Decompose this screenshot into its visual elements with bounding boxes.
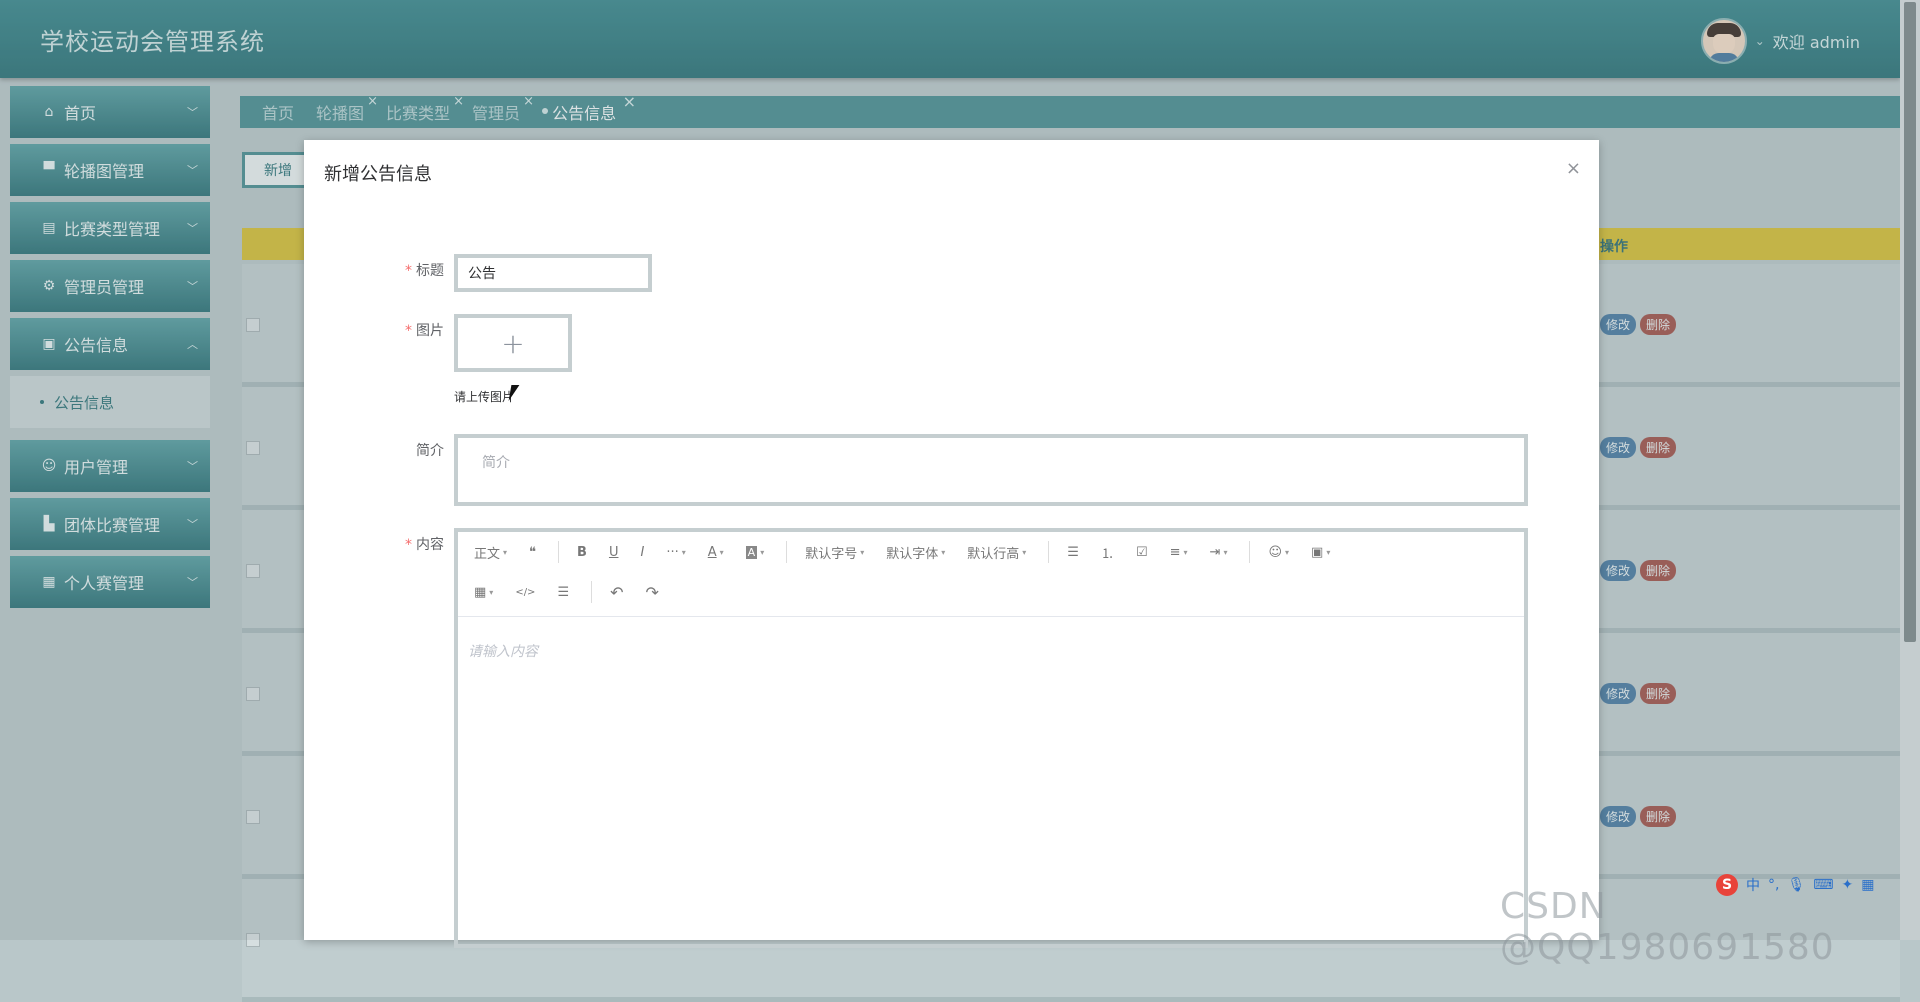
watermark: CSDN @QQ1980691580 [1500, 886, 1835, 968]
paragraph-select[interactable]: 正文 ▾ [474, 543, 507, 562]
upload-tip: 请上传图片 [454, 390, 515, 404]
image-label: * 图片 [405, 323, 444, 339]
divider-icon[interactable]: ☰ [557, 585, 569, 600]
mouse-cursor [508, 385, 526, 401]
font-family-select[interactable]: 默认字体 ▾ [886, 543, 945, 562]
skin-icon[interactable]: ✦ [1841, 877, 1853, 893]
font-size-select[interactable]: 默认字号 ▾ [805, 543, 864, 562]
underline-icon[interactable]: U [609, 545, 619, 560]
page-scrollbar[interactable] [1900, 0, 1920, 940]
dialog-title: 新增公告信息 [324, 164, 432, 185]
line-height-select[interactable]: 默认行高 ▾ [967, 543, 1026, 562]
font-color-icon[interactable]: A ▾ [708, 545, 724, 560]
numbered-list-icon[interactable]: ⒈ [1101, 543, 1114, 562]
title-input[interactable]: 公告 [454, 254, 652, 292]
close-icon[interactable]: × [1566, 158, 1581, 179]
more-icon[interactable]: ··· ▾ [666, 545, 685, 560]
emoji-icon[interactable]: ☺ ▾ [1268, 545, 1289, 560]
rich-text-editor: 正文 ▾ ❝ B U I ··· ▾ A ▾ A ▾ 默认字号 ▾ 默认字体 ▾ 默认行高 ▾… [454, 528, 1528, 948]
ime-toolbar[interactable]: S 中 °, 🎙 ⌨ ✦ ▦ [1716, 872, 1916, 898]
background-color-icon[interactable]: A ▾ [745, 545, 764, 559]
code-icon[interactable]: </> [515, 587, 535, 598]
indent-icon[interactable]: ⇥ ▾ [1210, 545, 1228, 560]
image-icon[interactable]: ▣ ▾ [1311, 545, 1330, 560]
todo-icon[interactable]: ☑ [1136, 545, 1148, 560]
bullet-list-icon[interactable]: ☰ [1067, 545, 1079, 560]
content-label: * 内容 [405, 537, 444, 553]
redo-icon[interactable]: ↷ [646, 583, 659, 602]
add-notice-dialog: 新增公告信息 × * 标题 公告 * 图片 + 请上传图片 简介 简介 * 内容 正文… [304, 140, 1599, 948]
keyboard-icon[interactable]: ⌨ [1813, 877, 1833, 893]
ime-mode[interactable]: 中 [1746, 875, 1760, 895]
mic-icon[interactable]: 🎙 [1787, 877, 1805, 893]
tools-icon[interactable]: ▦ [1861, 877, 1874, 893]
title-label: * 标题 [405, 263, 444, 279]
undo-icon[interactable]: ↶ [610, 583, 623, 602]
punctuation-icon[interactable]: °, [1768, 877, 1779, 893]
align-icon[interactable]: ≡ ▾ [1170, 545, 1188, 560]
editor-toolbar-row-1: 正文 ▾ ❝ B U I ··· ▾ A ▾ A ▾ 默认字号 ▾ 默认字体 ▾ 默认行高 ▾… [458, 532, 1524, 572]
editor-toolbar-row-2: ▦ ▾ </> ☰ ↶ ↷ [458, 572, 1524, 612]
quote-icon[interactable]: ❝ [529, 545, 536, 560]
table-icon[interactable]: ▦ ▾ [474, 585, 493, 600]
image-upload-button[interactable]: + [454, 314, 572, 372]
summary-textarea[interactable]: 简介 [454, 434, 1528, 506]
editor-content-area[interactable]: 请输入内容 [458, 616, 1524, 944]
scrollbar-thumb[interactable] [1904, 2, 1916, 642]
italic-icon[interactable]: I [640, 545, 644, 560]
summary-label: 简介 [416, 443, 444, 459]
bold-icon[interactable]: B [577, 545, 587, 560]
sogou-logo-icon[interactable]: S [1716, 874, 1738, 896]
editor-placeholder: 请输入内容 [468, 644, 538, 660]
